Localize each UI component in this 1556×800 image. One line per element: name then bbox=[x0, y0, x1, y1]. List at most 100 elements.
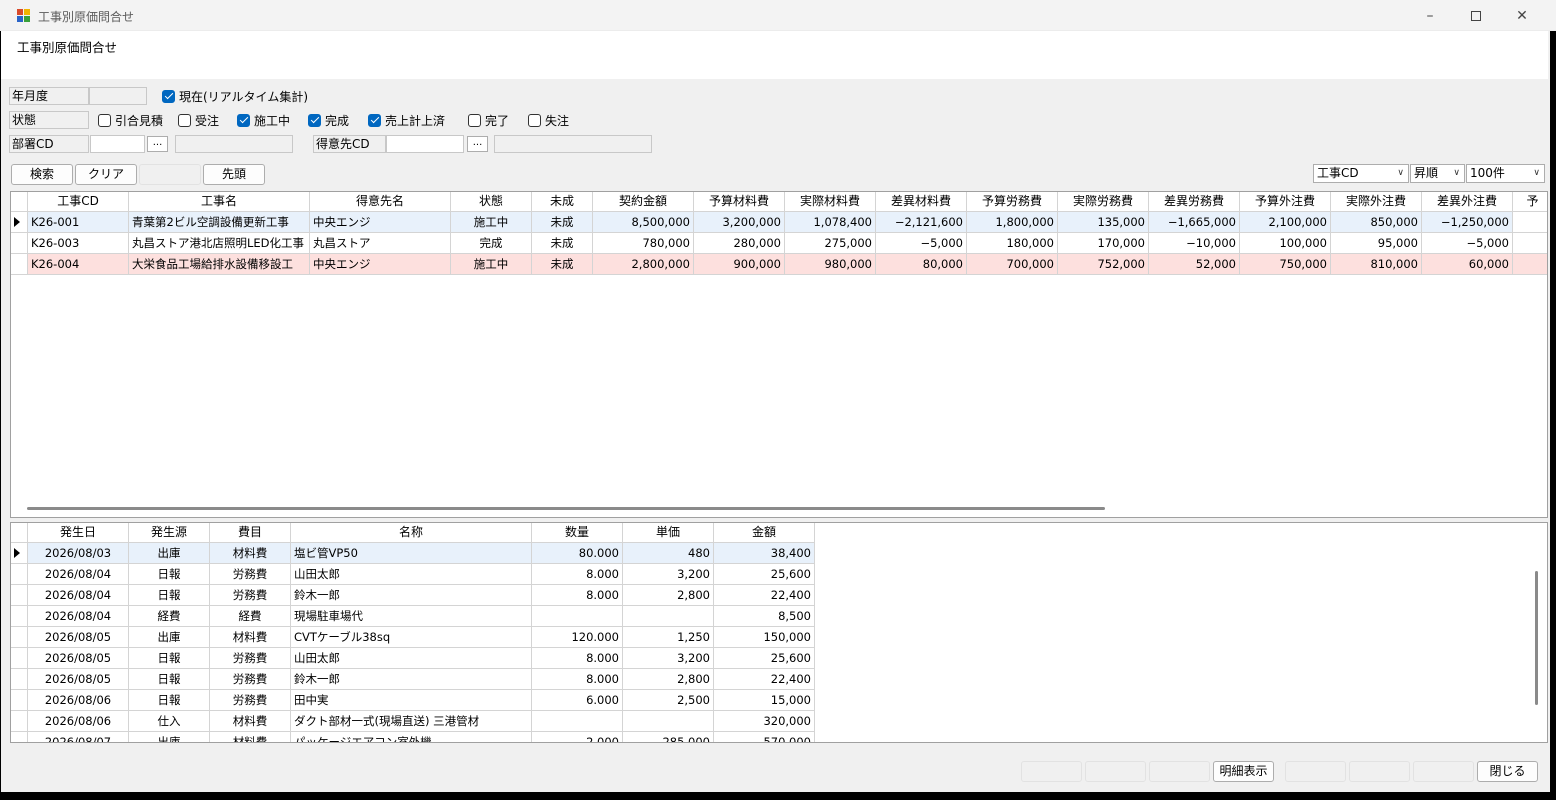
realtime-checkbox[interactable]: 現在(リアルタイム集計) bbox=[162, 88, 308, 104]
column-header[interactable]: 実際外注費 bbox=[1331, 192, 1422, 212]
column-header[interactable]: 工事CD bbox=[28, 192, 129, 212]
dept-lookup-button[interactable]: ... bbox=[147, 136, 168, 152]
table-row[interactable]: 2026/08/06 仕入 材料費 ダクト部材一式(現場直送) 三港管材 320,000 bbox=[11, 711, 1547, 732]
table-row[interactable]: 2026/08/04 日報 労務費 鈴木一郎 8.000 2,800 22,400 bbox=[11, 585, 1547, 606]
column-header[interactable]: 単価 bbox=[623, 523, 714, 543]
footer-blank-button[interactable] bbox=[1413, 761, 1474, 782]
close-window-button[interactable]: ✕ bbox=[1499, 0, 1545, 31]
status-checkbox-shicchu[interactable]: 失注 bbox=[528, 112, 569, 128]
row-header[interactable] bbox=[11, 585, 28, 606]
ym-field[interactable] bbox=[89, 87, 147, 105]
column-header[interactable]: 予 bbox=[1513, 192, 1547, 212]
column-header[interactable]: 予算外注費 bbox=[1240, 192, 1331, 212]
table-cell: −5,000 bbox=[876, 233, 967, 254]
close-button[interactable]: 閉じる bbox=[1477, 761, 1538, 782]
table-row[interactable]: K26-001 青葉第2ビル空調設備更新工事 中央エンジ 施工中 未成 8,500,000… bbox=[11, 212, 1547, 233]
column-header[interactable]: 実際材料費 bbox=[785, 192, 876, 212]
horizontal-scrollbar[interactable] bbox=[27, 507, 1105, 510]
customer-lookup-button[interactable]: ... bbox=[467, 136, 488, 152]
row-header[interactable] bbox=[11, 711, 28, 732]
column-header[interactable]: 金額 bbox=[714, 523, 815, 543]
row-header[interactable] bbox=[11, 254, 28, 275]
table-cell: 2,100,000 bbox=[1240, 212, 1331, 233]
table-cell: −2,121,600 bbox=[876, 212, 967, 233]
current-row-indicator-icon[interactable] bbox=[11, 543, 28, 564]
column-header[interactable]: 得意先名 bbox=[310, 192, 451, 212]
table-row[interactable]: 2026/08/05 日報 労務費 鈴木一郎 8.000 2,800 22,400 bbox=[11, 669, 1547, 690]
status-checkbox-uriage[interactable]: 売上計上済 bbox=[368, 112, 445, 128]
table-cell: 22,400 bbox=[714, 669, 815, 690]
blank-button[interactable] bbox=[139, 164, 201, 185]
status-checkbox-hikiai[interactable]: 引合見積 bbox=[98, 112, 163, 128]
maximize-button[interactable] bbox=[1453, 0, 1499, 31]
table-cell: 150,000 bbox=[714, 627, 815, 648]
column-header[interactable]: 未成 bbox=[532, 192, 593, 212]
table-cell: 中央エンジ bbox=[310, 212, 451, 233]
table-cell: 材料費 bbox=[210, 627, 291, 648]
table-row[interactable]: 2026/08/05 日報 労務費 山田太郎 8.000 3,200 25,600 bbox=[11, 648, 1547, 669]
sort-field-select[interactable]: 工事CD ∨ bbox=[1313, 164, 1409, 183]
column-header[interactable]: 名称 bbox=[291, 523, 532, 543]
table-row[interactable]: K26-004 大栄食品工場給排水設備移設工 中央エンジ 施工中 未成 2,800,000… bbox=[11, 254, 1547, 275]
minimize-button[interactable]: – bbox=[1407, 0, 1453, 31]
row-header[interactable] bbox=[11, 690, 28, 711]
table-cell: 170,000 bbox=[1058, 233, 1149, 254]
column-header[interactable]: 差異材料費 bbox=[876, 192, 967, 212]
row-header[interactable] bbox=[11, 233, 28, 254]
status-checkbox-kanryo[interactable]: 完了 bbox=[468, 112, 509, 128]
table-cell: 8.000 bbox=[532, 564, 623, 585]
column-header[interactable]: 差異労務費 bbox=[1149, 192, 1240, 212]
table-row[interactable]: 2026/08/06 日報 労務費 田中実 6.000 2,500 15,000 bbox=[11, 690, 1547, 711]
top-button[interactable]: 先頭 bbox=[203, 164, 265, 185]
minimize-icon: – bbox=[1426, 7, 1434, 24]
footer-blank-button[interactable] bbox=[1149, 761, 1210, 782]
table-row[interactable]: 2026/08/07 出庫 材料費 パッケージエアコン室外機 2.000 285,000 5… bbox=[11, 732, 1547, 742]
table-cell: 未成 bbox=[532, 233, 593, 254]
row-header[interactable] bbox=[11, 648, 28, 669]
table-row[interactable]: K26-003 丸昌ストア港北店照明LED化工事 丸昌ストア 完成 未成 780,000 2… bbox=[11, 233, 1547, 254]
table-cell: 100,000 bbox=[1240, 233, 1331, 254]
column-header[interactable]: 予算材料費 bbox=[694, 192, 785, 212]
footer-blank-button[interactable] bbox=[1085, 761, 1146, 782]
clear-button[interactable]: クリア bbox=[75, 164, 137, 185]
sort-order-select[interactable]: 昇順 ∨ bbox=[1410, 164, 1465, 183]
footer-blank-button[interactable] bbox=[1021, 761, 1082, 782]
row-header[interactable] bbox=[11, 627, 28, 648]
table-cell: 285,000 bbox=[623, 732, 714, 742]
table-cell: 2,800,000 bbox=[593, 254, 694, 275]
status-checkbox-sekochu[interactable]: 施工中 bbox=[237, 112, 290, 128]
customer-code-input[interactable] bbox=[386, 135, 464, 153]
table-row[interactable]: 2026/08/03 出庫 材料費 塩ビ管VP50 80.000 480 38,400 bbox=[11, 543, 1547, 564]
table-cell: 700,000 bbox=[967, 254, 1058, 275]
current-row-indicator-icon[interactable] bbox=[11, 212, 28, 233]
column-header[interactable]: 契約金額 bbox=[593, 192, 694, 212]
detail-grid[interactable]: 発生日 発生源 費目 名称 数量 単価 金額 2026/08/03 出庫 材料費 塩ビ管VP50 80… bbox=[10, 522, 1548, 743]
column-header[interactable]: 工事名 bbox=[129, 192, 310, 212]
project-grid[interactable]: 工事CD 工事名 得意先名 状態 未成 契約金額 予算材料費 実際材料費 差異材料費 予算労務費実… bbox=[10, 191, 1548, 518]
row-header[interactable] bbox=[11, 564, 28, 585]
table-row[interactable]: 2026/08/04 経費 経費 現場駐車場代 8,500 bbox=[11, 606, 1547, 627]
column-header[interactable]: 予算労務費 bbox=[967, 192, 1058, 212]
page-size-select[interactable]: 100件 ∨ bbox=[1466, 164, 1545, 183]
column-header[interactable]: 発生日 bbox=[28, 523, 129, 543]
status-checkbox-juchu[interactable]: 受注 bbox=[178, 112, 219, 128]
row-header[interactable] bbox=[11, 669, 28, 690]
table-row[interactable]: 2026/08/05 出庫 材料費 CVTケーブル38sq 120.000 1,250 15… bbox=[11, 627, 1547, 648]
footer-blank-button[interactable] bbox=[1349, 761, 1410, 782]
row-header[interactable] bbox=[11, 606, 28, 627]
detail-view-button[interactable]: 明細表示 bbox=[1213, 761, 1274, 782]
status-checkbox-kansei[interactable]: 完成 bbox=[308, 112, 349, 128]
table-cell: 鈴木一郎 bbox=[291, 585, 532, 606]
column-header[interactable]: 差異外注費 bbox=[1422, 192, 1513, 212]
column-header[interactable]: 実際労務費 bbox=[1058, 192, 1149, 212]
ym-label: 年月度 bbox=[9, 87, 89, 105]
column-header[interactable]: 発生源 bbox=[129, 523, 210, 543]
column-header[interactable]: 費目 bbox=[210, 523, 291, 543]
footer-blank-button[interactable] bbox=[1285, 761, 1346, 782]
column-header[interactable]: 数量 bbox=[532, 523, 623, 543]
table-row[interactable]: 2026/08/04 日報 労務費 山田太郎 8.000 3,200 25,600 bbox=[11, 564, 1547, 585]
column-header[interactable]: 状態 bbox=[451, 192, 532, 212]
row-header[interactable] bbox=[11, 732, 28, 742]
dept-code-input[interactable] bbox=[90, 135, 145, 153]
search-button[interactable]: 検索 bbox=[11, 164, 73, 185]
